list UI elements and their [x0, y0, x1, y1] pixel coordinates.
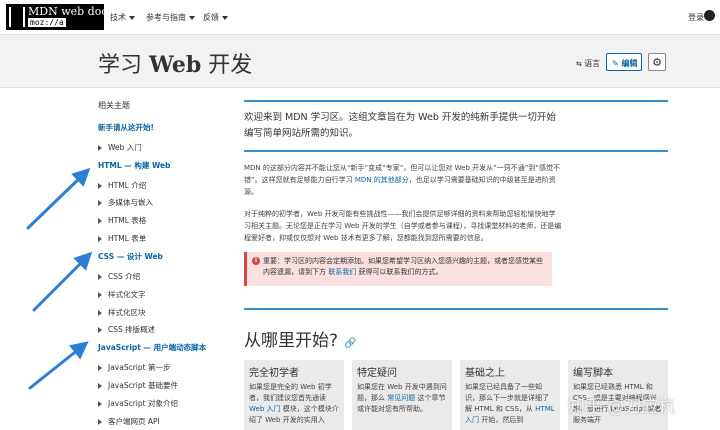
contact-us-link[interactable]: 联系我们: [328, 268, 356, 276]
card-specific-questions: 特定疑问 如果您在 Web 开发中遇到问题，那么 常见问题 这个章节或许能对您有…: [352, 360, 452, 430]
section-heading-text: 从哪里开始?: [244, 331, 339, 351]
card-link[interactable]: Web 入门: [249, 405, 281, 413]
card-text: 开始，然后到: [479, 416, 524, 424]
intro-lead: 欢迎来到 MDN 学习区。这组文章旨在为 Web 开发的纯新手提供一切开始编写简…: [244, 112, 556, 139]
card-title: 基础之上: [465, 368, 505, 379]
card-title: 编写脚本: [573, 368, 613, 379]
card-body: 如果您已经具备了一些知识，那么下一步就是详细了解 HTML 和 CSS，从 HT…: [465, 382, 555, 426]
card-beyond-basics: 基础之上 如果您已经具备了一些知识，那么下一步就是详细了解 HTML 和 CSS…: [460, 360, 560, 430]
important-note: ! 重要：学习区的内容会定期添加。如果您希望学习区纳入您感兴趣的主题，或者您感觉…: [244, 252, 552, 286]
arrow-icon: [32, 251, 93, 312]
card-title: 特定疑问: [357, 368, 397, 379]
watermark: 知乎 @刀应杭: [568, 397, 676, 417]
card-text: 如果您是完全的 Web 初学者，我们建议您首先通读: [249, 383, 332, 402]
link-icon[interactable]: 🔗: [344, 338, 356, 349]
arrow-icon: [26, 167, 91, 230]
card-body: 如果您在 Web 开发中遇到问题，那么 常见问题 这个章节或许能对您有所帮助。: [357, 382, 447, 415]
section-heading: 从哪里开始? 🔗: [244, 326, 356, 351]
section-divider: [244, 100, 668, 102]
section-divider: [244, 308, 668, 310]
alert-icon: !: [252, 257, 260, 265]
intro-paragraph: MDN 的这部分内容并不能让您从“新手”变成“专家”，但可以让您对 Web 开发…: [244, 162, 562, 198]
card-body: 如果您是完全的 Web 初学者，我们建议您首先通读 Web 入门 模块，这个模块…: [249, 382, 339, 426]
note-text: 获得可以联系我们的方式。: [356, 268, 443, 276]
card-complete-beginner: 完全初学者 如果您是完全的 Web 初学者，我们建议您首先通读 Web 入门 模…: [244, 360, 344, 430]
card-link[interactable]: 常见问题: [387, 394, 415, 402]
arrow-icon: [28, 341, 89, 390]
audience-paragraph: 对于纯粹的初学者，Web 开发可能有些挑战性——我们会提供足够详细的资料来帮助您…: [244, 210, 562, 242]
section-divider: [244, 150, 668, 152]
mdn-other-parts-link[interactable]: MDN 的其他部分: [355, 176, 409, 184]
card-title: 完全初学者: [249, 368, 299, 379]
